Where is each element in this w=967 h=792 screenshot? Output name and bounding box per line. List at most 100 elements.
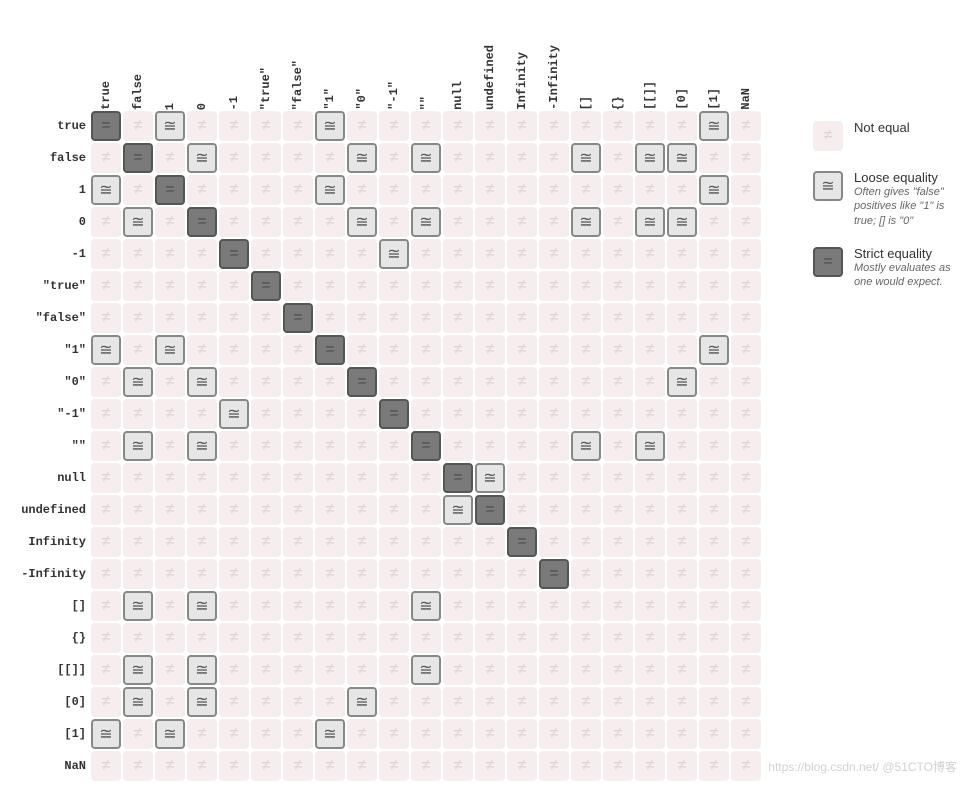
equality-cell: ≠ [219, 559, 249, 589]
equality-cell: ≠ [635, 271, 665, 301]
equality-cell: ≠ [603, 431, 633, 461]
equality-cell: ≠ [219, 303, 249, 333]
equality-cell: ≠ [219, 751, 249, 781]
equality-cell: ≠ [699, 559, 729, 589]
legend-text: Loose equalityOften gives "false" positi… [854, 170, 957, 228]
equality-cell: ≠ [475, 687, 505, 717]
equality-cell: ≠ [347, 751, 377, 781]
equality-cell: ≠ [731, 559, 761, 589]
equality-cell: ≠ [315, 271, 345, 301]
equality-cell: ≠ [571, 463, 601, 493]
column-header: undefined [474, 10, 506, 110]
equality-cell: ≅ [699, 335, 729, 365]
equality-cell: ≅ [347, 207, 377, 237]
equality-cell: ≠ [571, 719, 601, 749]
equality-cell: ≠ [571, 655, 601, 685]
equality-cell: ≠ [283, 559, 313, 589]
equality-cell: ≠ [379, 367, 409, 397]
equality-cell: ≅ [475, 463, 505, 493]
equality-cell: ≠ [667, 111, 697, 141]
equality-cell: ≠ [731, 111, 761, 141]
equality-cell: ≠ [187, 239, 217, 269]
column-header: [] [570, 10, 602, 110]
equality-cell: ≅ [667, 367, 697, 397]
equality-cell: ≠ [667, 271, 697, 301]
equality-cell: ≠ [539, 751, 569, 781]
equality-cell: ≠ [475, 527, 505, 557]
equality-cell: ≠ [91, 495, 121, 525]
equality-cell: ≠ [443, 559, 473, 589]
equality-cell: ≠ [251, 527, 281, 557]
equality-cell: ≅ [155, 335, 185, 365]
equality-cell: ≠ [571, 495, 601, 525]
equality-cell: ≠ [251, 623, 281, 653]
row-header: "-1" [10, 398, 90, 430]
equality-cell: ≠ [315, 399, 345, 429]
equality-cell: ≠ [379, 623, 409, 653]
equality-cell: ≠ [507, 303, 537, 333]
legend-subtitle: Often gives "false" positives like "1" i… [854, 185, 957, 228]
equality-cell: ≠ [411, 175, 441, 205]
equality-cell: ≅ [123, 367, 153, 397]
equality-cell: = [507, 527, 537, 557]
equality-cell: ≠ [603, 335, 633, 365]
equality-cell: ≠ [155, 271, 185, 301]
legend: ≠Not equal≅Loose equalityOften gives "fa… [812, 120, 957, 289]
equality-cell: ≠ [219, 591, 249, 621]
equality-cell: ≠ [379, 335, 409, 365]
equality-cell: ≠ [603, 399, 633, 429]
legend-title: Not equal [854, 120, 910, 135]
equality-cell: ≠ [219, 431, 249, 461]
equality-cell: ≠ [219, 175, 249, 205]
equality-cell: ≠ [91, 399, 121, 429]
equality-cell: ≅ [187, 431, 217, 461]
row-header: {} [10, 622, 90, 654]
equality-cell: ≠ [91, 559, 121, 589]
watermark: https://blog.csdn.net/ @51CTO博客 [768, 758, 957, 775]
equality-cell: ≠ [635, 527, 665, 557]
equality-cell: ≠ [379, 559, 409, 589]
equality-cell: ≠ [539, 399, 569, 429]
equality-cell: ≠ [187, 559, 217, 589]
equality-cell: ≠ [635, 655, 665, 685]
equality-cell: ≠ [155, 239, 185, 269]
equality-cell: ≠ [411, 303, 441, 333]
equality-cell: ≠ [283, 239, 313, 269]
equality-cell: ≠ [411, 719, 441, 749]
equality-cell: ≠ [443, 431, 473, 461]
row-header: NaN [10, 750, 90, 782]
equality-cell: ≠ [283, 431, 313, 461]
equality-cell: ≠ [379, 591, 409, 621]
equality-cell: ≠ [475, 431, 505, 461]
equality-cell: ≠ [635, 719, 665, 749]
equality-cell: ≠ [539, 367, 569, 397]
equality-cell: ≠ [731, 719, 761, 749]
equality-cell: ≠ [699, 143, 729, 173]
equality-cell: ≅ [123, 687, 153, 717]
equality-cell: ≠ [219, 719, 249, 749]
equality-cell: ≠ [731, 367, 761, 397]
equality-cell: ≠ [251, 303, 281, 333]
equality-cell: ≠ [539, 687, 569, 717]
equality-cell: ≠ [443, 303, 473, 333]
equality-cell: ≠ [91, 303, 121, 333]
column-header: {} [602, 10, 634, 110]
equality-cell: ≠ [411, 367, 441, 397]
equality-cell: ≠ [379, 463, 409, 493]
equality-cell: ≠ [507, 495, 537, 525]
equality-cell: ≅ [123, 655, 153, 685]
equality-cell: ≠ [731, 399, 761, 429]
equality-cell: ≠ [539, 239, 569, 269]
equality-cell: ≠ [731, 207, 761, 237]
equality-cell: ≠ [603, 111, 633, 141]
equality-grid: =≠≅≠≠≠≠≅≠≠≠≠≠≠≠≠≠≠≠≅≠≠=≠≅≠≠≠≠≅≠≅≠≠≠≠≅≠≅≅… [90, 110, 762, 782]
equality-cell: ≠ [475, 303, 505, 333]
equality-cell: ≠ [347, 399, 377, 429]
legend-item: ≠Not equal [812, 120, 957, 152]
equality-cell: ≠ [315, 431, 345, 461]
row-header: "1" [10, 334, 90, 366]
equality-cell: ≅ [315, 719, 345, 749]
equality-cell: ≅ [667, 143, 697, 173]
equality-cell: ≠ [603, 143, 633, 173]
equality-cell: ≠ [379, 655, 409, 685]
